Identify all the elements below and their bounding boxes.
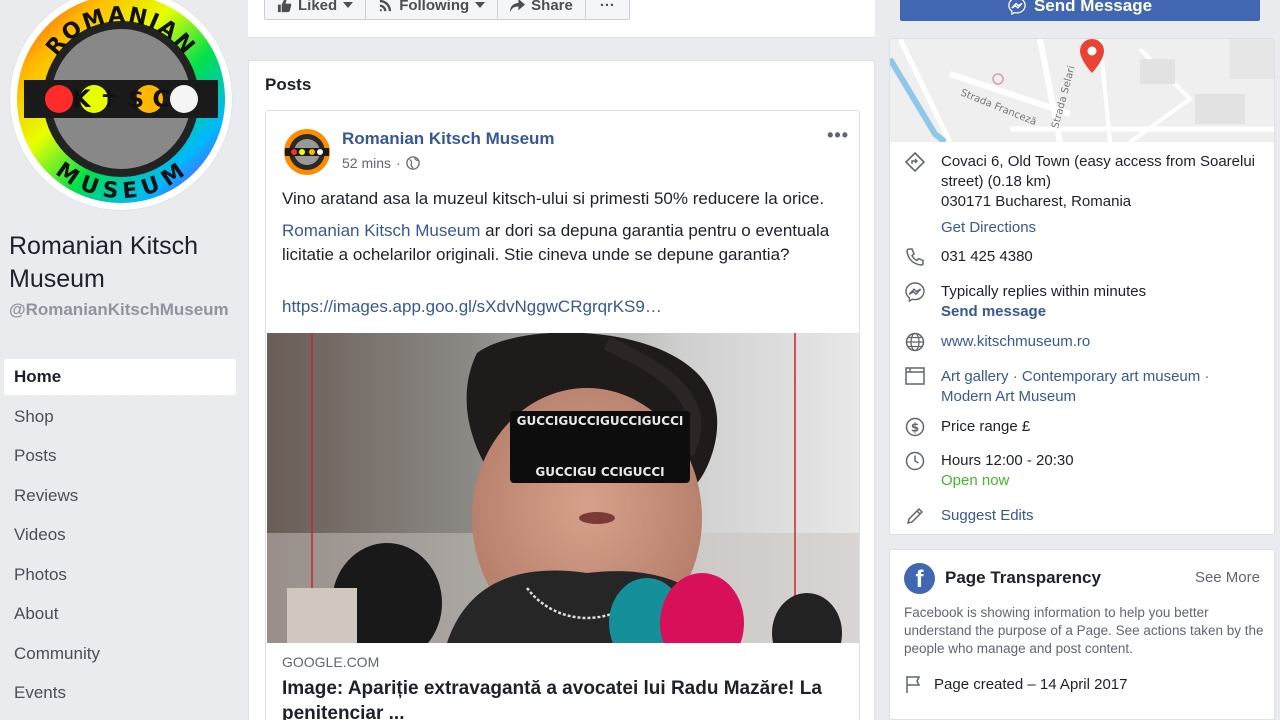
suggest-edits-row: Suggest Edits	[904, 506, 1264, 528]
post-timestamp[interactable]: 52 mins ·	[342, 155, 420, 171]
page-info-card: Strada Franceză Strada Selari Covaci 6, …	[889, 38, 1275, 535]
liked-label: Liked	[298, 0, 338, 14]
transparency-title: Page Transparency	[945, 568, 1101, 587]
open-now-status: Open now	[941, 472, 1010, 489]
posts-section: Posts Romanian Kitsch Museum 52 mins · •…	[248, 60, 875, 720]
messenger-row: Typically replies within minutes Send me…	[904, 282, 1264, 322]
address-line-2: 030171 Bucharest, Romania	[941, 193, 1132, 210]
category-separator-2: ·	[1200, 368, 1210, 385]
globe-icon	[904, 332, 926, 354]
phone-row: 031 425 4380	[904, 247, 1264, 269]
see-more-link[interactable]: See More	[1195, 569, 1260, 586]
messenger-icon	[904, 282, 926, 304]
website-row: www.kitschmuseum.ro	[904, 332, 1264, 354]
post-url-link[interactable]: https://images.app.goo.gl/sXdvNggwCRgrqr…	[282, 297, 662, 317]
caret-down-icon	[475, 2, 486, 8]
post-text: Vino aratand asa la muzeul kitsch-ului s…	[282, 189, 825, 208]
post-text-secondary: Romanian Kitsch Museum ar dori sa depuna…	[282, 219, 842, 267]
rss-icon	[380, 0, 392, 11]
following-button[interactable]: Following	[366, 0, 499, 19]
price-range: Price range £	[941, 418, 1031, 435]
posts-heading: Posts	[265, 75, 312, 94]
post-shared-image[interactable]: GUCCIGUCCIGUCCIGUCCI GUCCIGU CCIGUCCI	[267, 333, 859, 643]
nav-item-photos[interactable]: Photos	[4, 557, 236, 593]
category-link-contemporary[interactable]: Contemporary art museum	[1022, 368, 1200, 385]
nav-item-home[interactable]: Home	[4, 359, 236, 395]
liked-button[interactable]: Liked	[265, 0, 367, 19]
nav-item-community[interactable]: Community	[4, 636, 236, 672]
send-message-button[interactable]: Send Message	[900, 0, 1260, 21]
facebook-logo-icon: f	[904, 563, 935, 594]
post-time-separator: ·	[396, 155, 401, 171]
phone-icon	[904, 247, 926, 269]
suggest-edits-link[interactable]: Suggest Edits	[941, 506, 1034, 528]
pencil-icon	[904, 506, 926, 528]
nav-item-posts[interactable]: Posts	[4, 438, 236, 474]
thumbs-up-icon	[277, 0, 292, 12]
clock-icon	[904, 451, 926, 473]
svg-text:$: $	[911, 421, 919, 435]
page-handle[interactable]: @RomanianKitschMuseum	[9, 300, 241, 320]
price-row: $ Price range £	[904, 417, 1264, 439]
page-actions: Liked Following Share ···	[264, 0, 630, 20]
send-message-link[interactable]: Send message	[941, 302, 1146, 322]
share-label: Share	[531, 0, 573, 14]
hours-row: Hours 12:00 - 20:30 Open now	[904, 451, 1264, 491]
post-mention-link[interactable]: Romanian Kitsch Museum	[282, 221, 480, 240]
category-link-art-gallery[interactable]: Art gallery	[941, 368, 1009, 385]
glasses-text-top: GUCCIGUCCIGUCCIGUCCI	[517, 414, 684, 428]
avatar-glyphs: K ✝ $ C	[72, 85, 170, 113]
nav-item-videos[interactable]: Videos	[4, 517, 236, 553]
post-options-button[interactable]: •••	[827, 125, 849, 146]
more-options-button[interactable]: ···	[586, 0, 629, 19]
more-dots-icon: ···	[599, 0, 615, 14]
page-name[interactable]: Romanian Kitsch Museum	[9, 230, 241, 296]
category-link-modern[interactable]: Modern Art Museum	[941, 388, 1076, 405]
post-author-avatar[interactable]	[282, 127, 332, 177]
messenger-icon	[1008, 0, 1026, 15]
flag-icon	[906, 676, 921, 693]
category-row: Art gallery · Contemporary art museum · …	[904, 367, 1264, 407]
share-button[interactable]: Share	[498, 0, 586, 19]
nav-item-reviews[interactable]: Reviews	[4, 478, 236, 514]
page-created-text: Page created – 14 April 2017	[934, 675, 1128, 693]
get-directions-link[interactable]: Get Directions	[941, 218, 1264, 238]
page-nav: Home Shop Posts Reviews Videos Photos Ab…	[4, 359, 236, 715]
nav-item-events[interactable]: Events	[4, 675, 236, 711]
phone-number[interactable]: 031 425 4380	[941, 247, 1033, 269]
nav-item-shop[interactable]: Shop	[4, 399, 236, 435]
share-icon	[510, 0, 526, 12]
address-row: Covaci 6, Old Town (easy access from Soa…	[904, 152, 1264, 238]
directions-icon	[904, 152, 926, 174]
address-line-1: Covaci 6, Old Town (easy access from Soa…	[941, 153, 1256, 190]
link-preview-domain: GOOGLE.COM	[282, 654, 380, 670]
post-author-link[interactable]: Romanian Kitsch Museum	[342, 129, 555, 149]
following-label: Following	[399, 0, 470, 14]
post-time-text: 52 mins	[342, 155, 392, 171]
send-message-label: Send Message	[1033, 0, 1153, 15]
left-column: K ✝ $ C ROMANIAN MUSEUM Romanian Kitsch …	[0, 0, 248, 720]
link-preview-headline[interactable]: Image: Apariție extravagantă a avocatei …	[282, 676, 842, 720]
hours-text[interactable]: Hours 12:00 - 20:30	[941, 451, 1074, 471]
website-link[interactable]: www.kitschmuseum.ro	[941, 332, 1090, 354]
page-avatar[interactable]: K ✝ $ C ROMANIAN MUSEUM	[10, 0, 232, 210]
page-created-row: Page created – 14 April 2017	[904, 674, 1127, 694]
page-transparency-card: f Page Transparency See More Facebook is…	[889, 549, 1275, 720]
post-card: Romanian Kitsch Museum 52 mins · ••• Vin…	[265, 110, 860, 720]
globe-icon	[405, 156, 420, 170]
caret-down-icon	[343, 2, 354, 8]
location-map[interactable]: Strada Franceză Strada Selari	[890, 39, 1274, 145]
category-separator-1: ·	[1008, 368, 1022, 385]
reply-time-text: Typically replies within minutes	[941, 283, 1147, 300]
category-icon	[904, 367, 926, 389]
glasses-text-bottom: GUCCIGU CCIGUCCI	[535, 465, 664, 479]
transparency-description: Facebook is showing information to help …	[904, 605, 1264, 656]
nav-item-about[interactable]: About	[4, 596, 236, 632]
dollar-icon: $	[904, 417, 926, 439]
